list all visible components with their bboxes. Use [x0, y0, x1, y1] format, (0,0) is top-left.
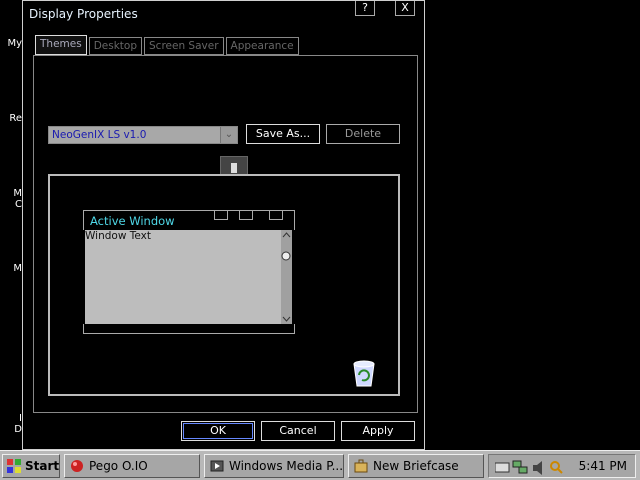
recycle-bin-icon [350, 358, 378, 388]
close-button[interactable]: X [395, 1, 415, 16]
taskbar-item-media-player[interactable]: Windows Media P... [204, 454, 344, 478]
tray-icons [495, 460, 563, 475]
taskbar: Start Pego O.IO Windows Media P... New B… [0, 450, 640, 480]
tab-desktop[interactable]: Desktop [88, 37, 142, 55]
start-button[interactable]: Start [2, 454, 60, 478]
tab-strip: Themes Desktop Screen Saver Appearance [35, 35, 299, 55]
help-button[interactable]: ? [355, 1, 375, 16]
search-icon[interactable] [550, 461, 563, 474]
desktop-icon-label-d[interactable]: ID [0, 413, 22, 435]
preview-scrollbar [281, 230, 292, 324]
network-icon[interactable] [512, 460, 528, 474]
apply-button[interactable]: Apply [341, 421, 415, 441]
display-properties-dialog: Display Properties ? X Themes Desktop Sc… [22, 0, 425, 450]
chevron-down-icon[interactable]: ⌄ [220, 127, 237, 143]
preview-window-titlebar: Active Window [83, 210, 295, 230]
dialog-titlebar[interactable]: Display Properties ? X [23, 1, 424, 29]
tab-themes[interactable]: Themes [35, 35, 87, 55]
close-icon [269, 211, 283, 220]
app-icon [71, 460, 83, 472]
start-label: Start [25, 459, 60, 473]
system-tray: 5:41 PM [488, 454, 636, 478]
preview-window-frame-bottom [83, 324, 295, 334]
preview-window-title: Active Window [90, 214, 175, 228]
desktop-icon-label-m2[interactable]: M [0, 263, 22, 274]
taskbar-item-label: Windows Media P... [229, 459, 344, 473]
media-player-icon [210, 460, 224, 472]
briefcase-icon [354, 459, 368, 473]
scrollbar-arrows-icon [281, 232, 291, 322]
maximize-icon [239, 211, 253, 220]
taskbar-item-label: New Briefcase [373, 459, 459, 473]
cancel-button[interactable]: Cancel [261, 421, 335, 441]
desktop-icon-label-my-documents[interactable]: My [0, 38, 22, 49]
delete-button[interactable]: Delete [326, 124, 400, 144]
theme-preview: Active Window Window Text [48, 174, 400, 396]
taskbar-item-label: Pego O.IO [89, 459, 148, 473]
save-as-button[interactable]: Save As... [246, 124, 320, 144]
dialog-title: Display Properties [29, 7, 138, 21]
theme-select[interactable]: NeoGenIX LS v1.0 ⌄ [48, 126, 238, 144]
keyboard-icon[interactable] [495, 462, 510, 473]
preview-window-body: Window Text [85, 230, 281, 324]
tab-screen-saver[interactable]: Screen Saver [144, 37, 224, 55]
taskbar-item-briefcase[interactable]: New Briefcase [348, 454, 484, 478]
desktop-icon-label-m1[interactable]: MC [0, 188, 22, 210]
preview-window-text: Window Text [85, 230, 151, 242]
theme-select-value: NeoGenIX LS v1.0 [52, 129, 147, 141]
windows-logo-icon [7, 459, 21, 473]
themes-panel: NeoGenIX LS v1.0 ⌄ Save As... Delete Act… [33, 55, 418, 413]
tab-appearance[interactable]: Appearance [225, 37, 299, 55]
ok-button[interactable]: OK [181, 421, 255, 441]
minimize-icon [214, 211, 228, 220]
clock[interactable]: 5:41 PM [579, 459, 627, 473]
taskbar-item-pego[interactable]: Pego O.IO [64, 454, 200, 478]
preview-active-window: Active Window Window Text [83, 210, 295, 334]
desktop-icon-label-recycle[interactable]: Re [0, 113, 22, 124]
volume-icon[interactable] [533, 461, 542, 475]
